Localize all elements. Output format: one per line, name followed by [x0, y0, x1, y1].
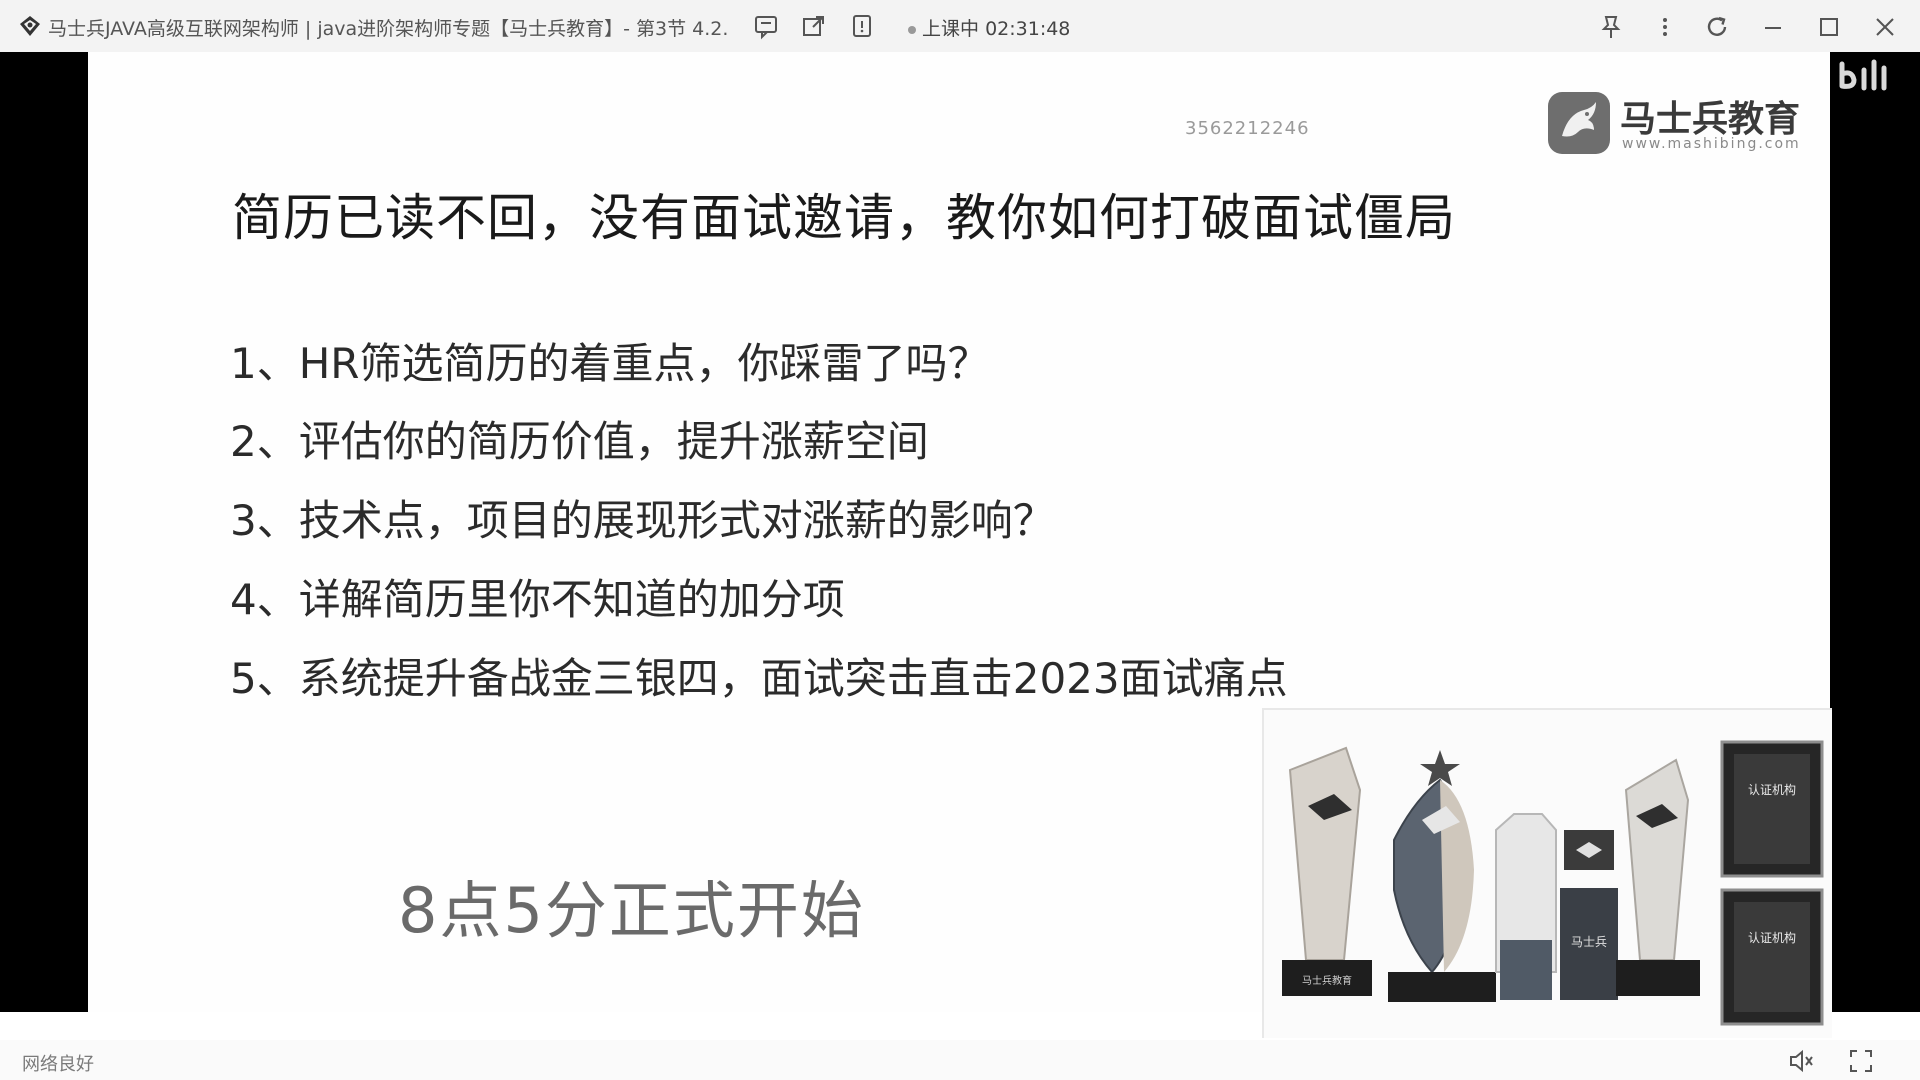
live-dot-icon [908, 25, 916, 34]
maximize-icon[interactable] [1814, 12, 1844, 42]
close-icon[interactable] [1870, 12, 1900, 42]
pin-icon[interactable] [1596, 12, 1626, 42]
volume-icon[interactable] [1786, 1046, 1816, 1076]
window-title: 马士兵JAVA高级互联网架构师 | java进阶架构师专题【马士兵教育】- 第3… [48, 18, 729, 40]
brand-url: www.mashibing.com [1622, 136, 1801, 152]
live-status: 上课中 02:31:48 [908, 14, 1070, 41]
trophies-image: 马士兵教育 马士兵 认证机构 认证机构 [1282, 740, 1824, 1026]
start-time-notice: 8点5分正式开始 [398, 874, 865, 947]
brand-name: 马士兵教育 [1620, 99, 1801, 140]
network-status: 网络良好 [22, 1054, 94, 1075]
minimize-icon[interactable] [1758, 12, 1788, 42]
stream-id: 3562212246 [1185, 118, 1310, 139]
refresh-icon[interactable] [1702, 12, 1732, 42]
agenda-point: 5、系统提升备战金三银四，面试突击直击2023面试痛点 [230, 654, 1288, 703]
svg-text:马士兵: 马士兵 [1571, 935, 1607, 949]
statusbar [0, 1040, 1920, 1080]
agenda-point: 2、评估你的简历价值，提升涨薪空间 [230, 417, 929, 466]
popout-icon[interactable] [800, 12, 828, 40]
live-status-label: 上课中 [922, 18, 980, 40]
horse-logo-icon [1548, 92, 1610, 154]
awards-photo: 马士兵教育 马士兵 认证机构 认证机构 [1262, 708, 1832, 1038]
more-icon[interactable] [1650, 12, 1680, 42]
notes-icon[interactable] [848, 12, 876, 40]
window-titlebar: 马士兵JAVA高级互联网架构师 | java进阶架构师专题【马士兵教育】- 第3… [0, 0, 1920, 53]
app-logo-icon [20, 16, 40, 36]
bilibili-watermark-icon [1839, 59, 1887, 91]
svg-text:马士兵教育: 马士兵教育 [1302, 974, 1352, 987]
agenda-point: 4、详解简历里你不知道的加分项 [230, 575, 845, 624]
fullscreen-icon[interactable] [1846, 1046, 1876, 1076]
svg-text:认证机构: 认证机构 [1748, 782, 1796, 797]
svg-text:认证机构: 认证机构 [1748, 930, 1796, 945]
agenda-point: 3、技术点，项目的展现形式对涨薪的影响？ [230, 496, 1055, 545]
slide-heading: 简历已读不回，没有面试邀请，教你如何打破面试僵局 [232, 189, 1456, 247]
danmaku-icon[interactable] [752, 12, 780, 40]
brand-logo: 马士兵教育 www.mashibing.com [1548, 88, 1801, 160]
agenda-point: 1、HR筛选简历的着重点，你踩雷了吗？ [230, 339, 990, 388]
live-status-time: 02:31:48 [985, 18, 1071, 40]
